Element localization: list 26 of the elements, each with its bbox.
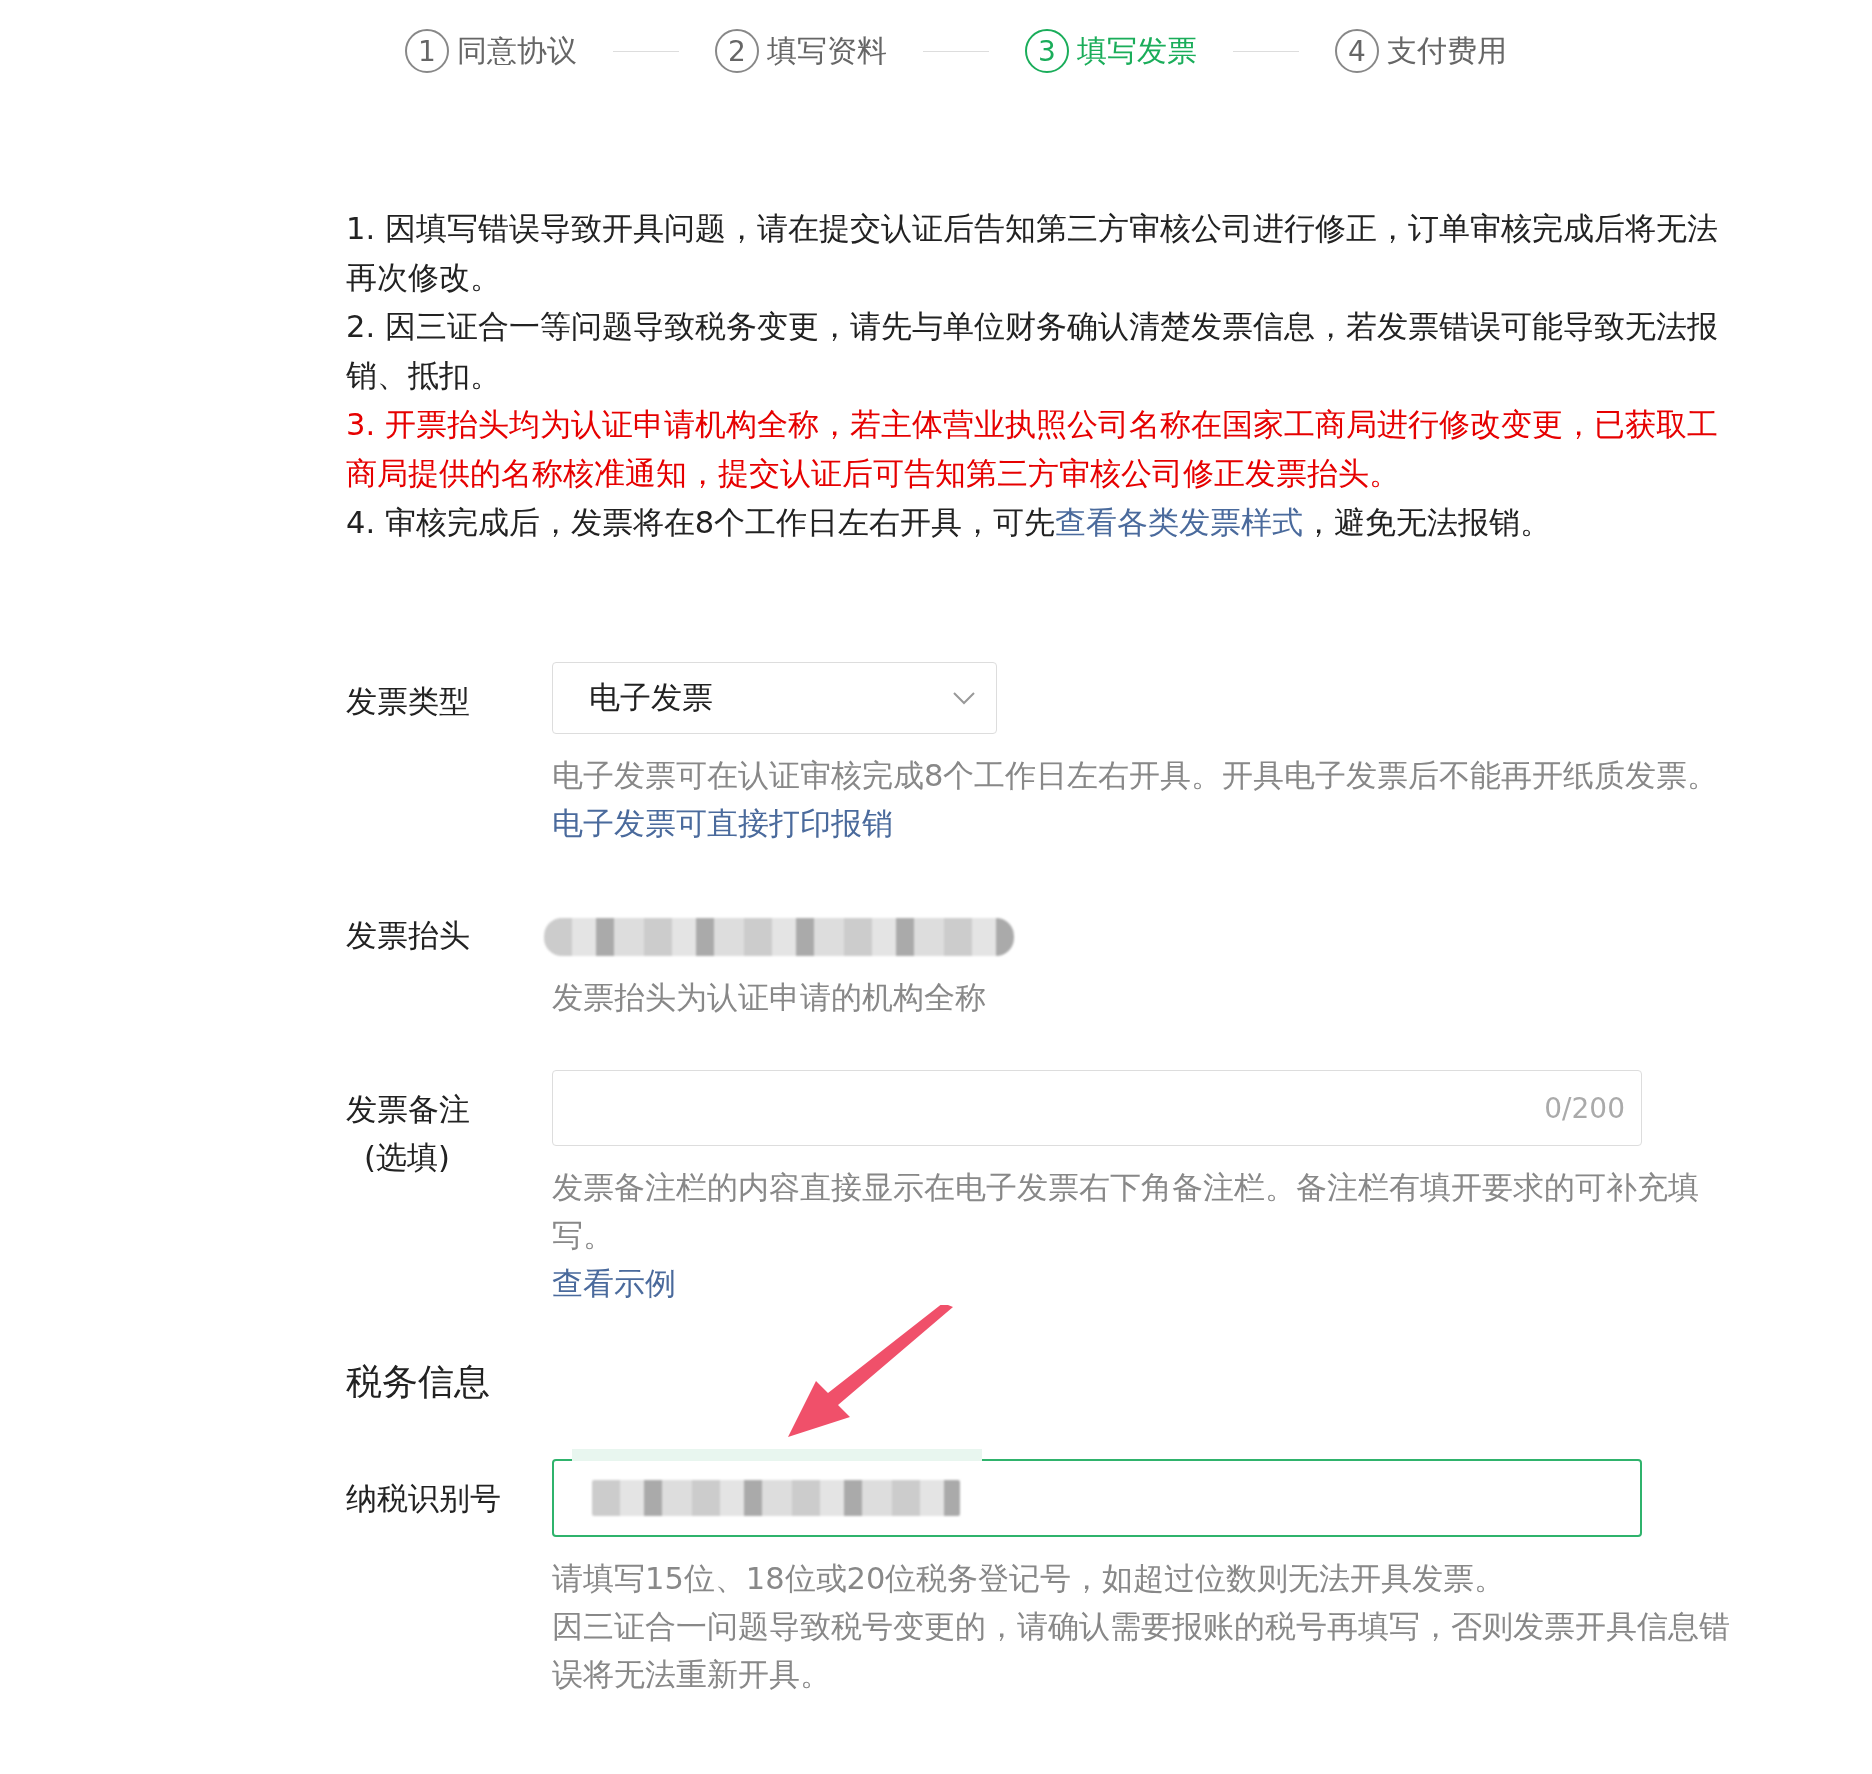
section-heading: 税务信息 [346, 1360, 491, 1404]
hint-link[interactable]: 电子发票可直接打印报销 [552, 806, 893, 841]
chevron-down-icon [952, 691, 976, 705]
hint-link[interactable]: 查看示例 [552, 1266, 676, 1301]
hint-text: 请填写15位、18位或20位税务登记号，如超过位数则无法开具发票。 [552, 1560, 1507, 1598]
notice-text: 2. 因三证合一等问题导致税务变更，请先与单位财务确认清楚发票信息，若发票错误可能导致无法报销、抵扣。 [346, 308, 1719, 395]
step-tab[interactable]: 1 同意协议 [405, 29, 577, 73]
invoice-samples-link[interactable]: 查看各类发票样式 [1055, 505, 1304, 540]
character-counter: 0/200 [1544, 1091, 1625, 1125]
hint-text: 发票抬头为认证申请的机构全称 [552, 979, 987, 1017]
step-tab[interactable]: 2 填写资料 [715, 29, 887, 73]
invoice-type-select[interactable]: 电子发票 [552, 662, 997, 734]
field-label: 发票备注 [346, 1091, 471, 1129]
field-label: (选填) [363, 1139, 451, 1177]
field-label: 发票抬头 [346, 917, 471, 955]
hint-text: 电子发票可在认证审核完成8个工作日左右开具。开具电子发票后不能再开纸质发票。 [552, 757, 1720, 795]
step-tab[interactable]: 4 支付费用 [1335, 29, 1507, 73]
hint-text: 因三证合一问题导致税号变更的，请确认需要报账的税号再填写，否则发票开具信息错误将无法重新开具。 [552, 1608, 1731, 1694]
notice-text: 1. 因填写错误导致开具问题，请在提交认证后告知第三方审核公司进行修正，订单审核完成后将无法再次修改。 [346, 210, 1719, 297]
step-tab[interactable]: 3 填写发票 [1025, 29, 1197, 73]
field-label: 发票类型 [346, 683, 471, 721]
notice-text: 3. 开票抬头均为认证申请机构全称，若主体营业执照公司名称在国家工商局进行修改变更，已获取工商局提供的名称核准通知，提交认证后可告知第三方审核公司修正发票抬头。 [346, 406, 1719, 493]
field-label: 纳税识别号 [346, 1480, 502, 1518]
hint-text: 发票备注栏的内容直接显示在电子发票右下角备注栏。备注栏有填开要求的可补充填写。 [552, 1169, 1700, 1255]
notice-text: 4. 审核完成后，发票将在8个工作日左右开具，可先查看各类发票样式，避免无法报销。 [346, 504, 1553, 542]
tax-id-field[interactable] [552, 1459, 1642, 1537]
